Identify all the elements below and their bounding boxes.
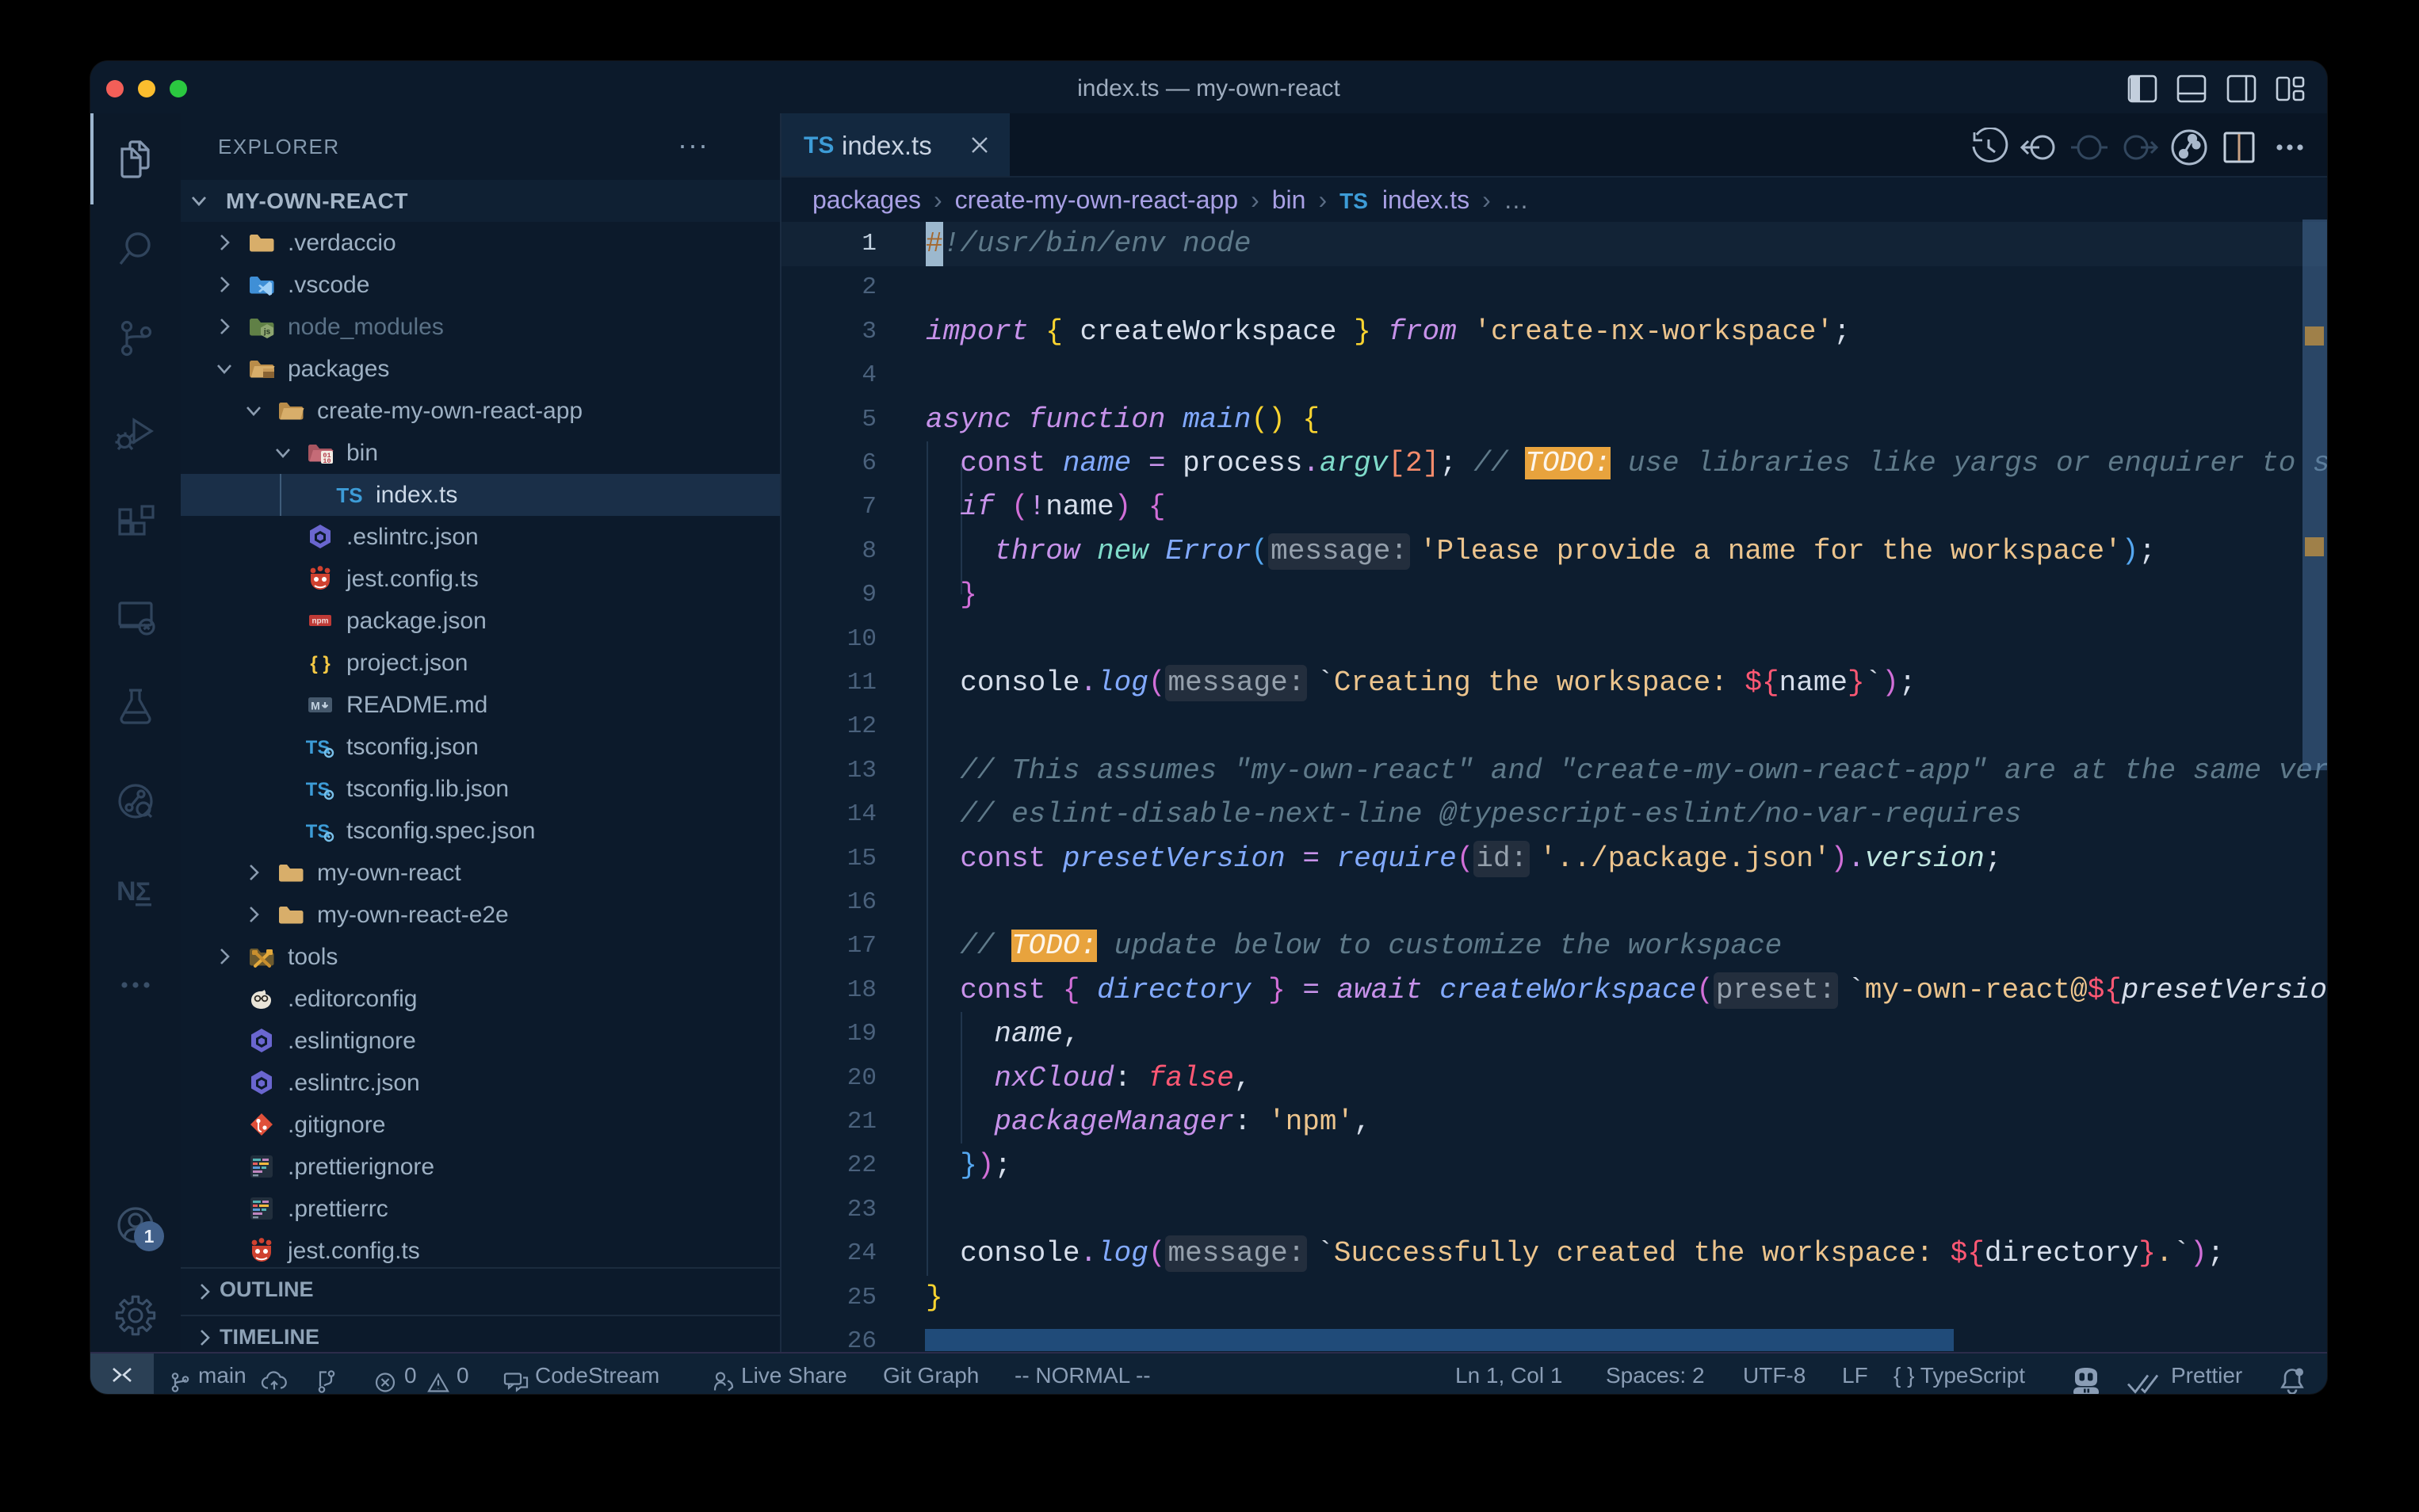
svg-text:npm: npm bbox=[311, 617, 328, 626]
svg-text:Σ: Σ bbox=[136, 877, 151, 906]
svg-text:TS: TS bbox=[336, 483, 362, 507]
svg-text:{ }: { } bbox=[310, 653, 330, 674]
svg-text:js: js bbox=[263, 328, 271, 337]
svg-text:10: 10 bbox=[323, 457, 331, 465]
svg-text:N: N bbox=[117, 876, 136, 907]
svg-text:M: M bbox=[311, 700, 320, 712]
